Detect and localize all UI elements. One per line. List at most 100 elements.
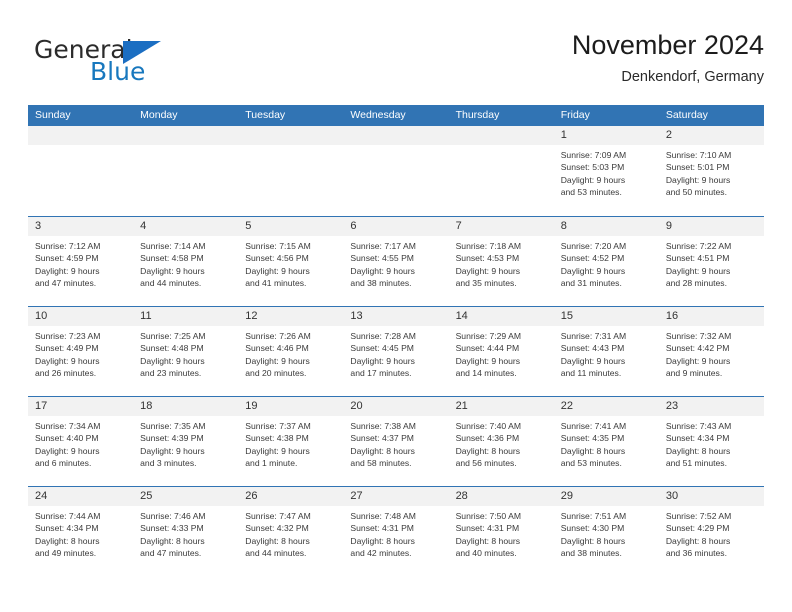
calendar-day-cell[interactable]: 10 Sunrise: 7:23 AM Sunset: 4:49 PM Dayligh… <box>28 307 134 396</box>
daylight-text-line2: and 1 minute. <box>245 458 298 469</box>
day-sun-info: Sunrise: 7:22 AM Sunset: 4:51 PM Daylight:… <box>659 236 764 290</box>
daylight-text-line2: and 58 minutes. <box>350 458 412 469</box>
day-number: 2 <box>658 126 764 145</box>
general-blue-logo[interactable]: General Blue <box>28 36 258 94</box>
page-header: General Blue November 2024 Denkendorf, G… <box>28 28 764 98</box>
sunset-text: Sunset: 4:40 PM <box>35 433 99 444</box>
calendar-day-cell[interactable]: 19 Sunrise: 7:37 AM Sunset: 4:38 PM Dayligh… <box>238 397 344 486</box>
sunset-text: Sunset: 4:33 PM <box>140 523 204 534</box>
calendar-day-cell[interactable]: 27 Sunrise: 7:48 AM Sunset: 4:31 PM Dayligh… <box>343 487 449 576</box>
day-sun-info: Sunrise: 7:40 AM Sunset: 4:36 PM Daylight:… <box>449 416 554 470</box>
sunrise-text: Sunrise: 7:43 AM <box>665 421 732 431</box>
sunset-text: Sunset: 4:55 PM <box>350 253 414 264</box>
sunset-text: Sunset: 4:35 PM <box>560 433 625 444</box>
daylight-text-line2: and 9 minutes. <box>665 368 723 379</box>
sunrise-text: Sunrise: 7:35 AM <box>140 421 206 431</box>
calendar-day-cell-empty <box>238 126 344 216</box>
sunrise-text: Sunrise: 7:17 AM <box>350 241 416 251</box>
daylight-text-line2: and 38 minutes. <box>560 548 622 559</box>
daylight-text-line2: and 26 minutes. <box>35 368 97 379</box>
calendar-day-cell[interactable]: 25 Sunrise: 7:46 AM Sunset: 4:33 PM Dayligh… <box>133 487 239 576</box>
calendar-day-cell[interactable]: 15 Sunrise: 7:31 AM Sunset: 4:43 PM Dayligh… <box>553 307 659 396</box>
calendar-day-cell[interactable]: 18 Sunrise: 7:35 AM Sunset: 4:39 PM Dayligh… <box>133 397 239 486</box>
day-number: 25 <box>133 487 239 506</box>
sunset-text: Sunset: 4:39 PM <box>140 433 204 444</box>
sunrise-text: Sunrise: 7:38 AM <box>350 421 416 431</box>
sunset-text: Sunset: 4:53 PM <box>455 253 520 264</box>
daylight-text-line2: and 36 minutes. <box>665 548 727 559</box>
daylight-text-line1: Daylight: 9 hours <box>560 265 626 276</box>
calendar-day-cell[interactable]: 8 Sunrise: 7:20 AM Sunset: 4:52 PM Daylight… <box>553 217 659 306</box>
calendar-day-cell[interactable]: 9 Sunrise: 7:22 AM Sunset: 4:51 PM Daylight… <box>658 217 764 306</box>
daylight-text-line2: and 51 minutes. <box>665 458 727 469</box>
daylight-text-line2: and 38 minutes. <box>350 278 412 289</box>
calendar-day-cell[interactable]: 20 Sunrise: 7:38 AM Sunset: 4:37 PM Dayligh… <box>343 397 449 486</box>
day-number: 9 <box>658 217 764 236</box>
calendar-day-cell[interactable]: 16 Sunrise: 7:32 AM Sunset: 4:42 PM Dayligh… <box>658 307 764 396</box>
daylight-text-line2: and 44 minutes. <box>245 548 307 559</box>
daylight-text-line2: and 3 minutes. <box>140 458 197 469</box>
weekday-header-monday: Monday <box>140 109 178 121</box>
day-number: 18 <box>133 397 239 416</box>
daylight-text-line2: and 23 minutes. <box>140 368 202 379</box>
daylight-text-line1: Daylight: 8 hours <box>560 445 626 456</box>
calendar-day-cell[interactable]: 28 Sunrise: 7:50 AM Sunset: 4:31 PM Dayligh… <box>448 487 554 576</box>
daylight-text-line1: Daylight: 8 hours <box>665 445 731 456</box>
daylight-text-line1: Daylight: 9 hours <box>665 355 731 366</box>
calendar-day-cell[interactable]: 21 Sunrise: 7:40 AM Sunset: 4:36 PM Dayligh… <box>448 397 554 486</box>
day-sun-info: Sunrise: 7:31 AM Sunset: 4:43 PM Daylight:… <box>554 326 659 380</box>
calendar-day-cell[interactable]: 23 Sunrise: 7:43 AM Sunset: 4:34 PM Dayligh… <box>658 397 764 486</box>
sunset-text: Sunset: 4:38 PM <box>245 433 309 444</box>
calendar-day-cell[interactable]: 3 Sunrise: 7:12 AM Sunset: 4:59 PM Daylight… <box>28 217 134 306</box>
sunset-text: Sunset: 4:32 PM <box>245 523 309 534</box>
day-number: 8 <box>553 217 659 236</box>
sunrise-text: Sunrise: 7:12 AM <box>35 241 101 251</box>
day-sun-info: Sunrise: 7:32 AM Sunset: 4:42 PM Daylight:… <box>659 326 764 380</box>
day-number: 20 <box>343 397 449 416</box>
sunrise-text: Sunrise: 7:18 AM <box>455 241 522 251</box>
day-sun-info: Sunrise: 7:41 AM Sunset: 4:35 PM Daylight:… <box>554 416 659 470</box>
daylight-text-line1: Daylight: 9 hours <box>245 355 310 366</box>
calendar-day-cell[interactable]: 30 Sunrise: 7:52 AM Sunset: 4:29 PM Dayligh… <box>658 487 764 576</box>
sunset-text: Sunset: 4:31 PM <box>350 523 414 534</box>
calendar-day-cell[interactable]: 22 Sunrise: 7:41 AM Sunset: 4:35 PM Dayligh… <box>553 397 659 486</box>
calendar-day-cell[interactable]: 5 Sunrise: 7:15 AM Sunset: 4:56 PM Daylight… <box>238 217 344 306</box>
day-sun-info: Sunrise: 7:37 AM Sunset: 4:38 PM Daylight:… <box>238 416 343 470</box>
calendar-day-cell[interactable]: 17 Sunrise: 7:34 AM Sunset: 4:40 PM Dayligh… <box>28 397 134 486</box>
calendar-day-cell[interactable]: 2 Sunrise: 7:10 AM Sunset: 5:01 PM Daylight… <box>658 126 764 216</box>
calendar-day-cell[interactable]: 4 Sunrise: 7:14 AM Sunset: 4:58 PM Daylight… <box>133 217 239 306</box>
daylight-text-line1: Daylight: 9 hours <box>140 445 205 456</box>
calendar-day-cell[interactable]: 6 Sunrise: 7:17 AM Sunset: 4:55 PM Daylight… <box>343 217 449 306</box>
calendar-day-cell[interactable]: 1 Sunrise: 7:09 AM Sunset: 5:03 PM Daylight… <box>553 126 659 216</box>
day-number <box>28 126 134 145</box>
sunset-text: Sunset: 4:59 PM <box>35 253 99 264</box>
sunset-text: Sunset: 4:49 PM <box>35 343 99 354</box>
day-sun-info: Sunrise: 7:38 AM Sunset: 4:37 PM Daylight:… <box>343 416 448 470</box>
page-title: November 2024 <box>571 30 764 60</box>
daylight-text-line1: Daylight: 9 hours <box>245 265 310 276</box>
calendar-day-cell[interactable]: 12 Sunrise: 7:26 AM Sunset: 4:46 PM Dayligh… <box>238 307 344 396</box>
calendar-day-cell[interactable]: 26 Sunrise: 7:47 AM Sunset: 4:32 PM Dayligh… <box>238 487 344 576</box>
sunset-text: Sunset: 4:42 PM <box>665 343 730 354</box>
daylight-text-line2: and 50 minutes. <box>665 187 727 198</box>
day-sun-info: Sunrise: 7:48 AM Sunset: 4:31 PM Daylight:… <box>343 506 448 560</box>
calendar-day-cell[interactable]: 11 Sunrise: 7:25 AM Sunset: 4:48 PM Dayligh… <box>133 307 239 396</box>
daylight-text-line1: Daylight: 9 hours <box>35 355 100 366</box>
day-number: 22 <box>553 397 659 416</box>
calendar-day-cell[interactable]: 29 Sunrise: 7:51 AM Sunset: 4:30 PM Dayligh… <box>553 487 659 576</box>
daylight-text-line1: Daylight: 9 hours <box>560 355 626 366</box>
day-sun-info: Sunrise: 7:20 AM Sunset: 4:52 PM Daylight:… <box>554 236 659 290</box>
sunrise-text: Sunrise: 7:29 AM <box>455 331 522 341</box>
day-number: 11 <box>133 307 239 326</box>
calendar-day-cell[interactable]: 7 Sunrise: 7:18 AM Sunset: 4:53 PM Daylight… <box>448 217 554 306</box>
weekday-header-tuesday: Tuesday <box>245 109 286 121</box>
sunrise-text: Sunrise: 7:44 AM <box>35 511 101 521</box>
day-number: 24 <box>28 487 134 506</box>
weekday-header-thursday: Thursday <box>455 109 500 121</box>
calendar-day-cell[interactable]: 14 Sunrise: 7:29 AM Sunset: 4:44 PM Dayligh… <box>448 307 554 396</box>
sunset-text: Sunset: 4:48 PM <box>140 343 204 354</box>
sunset-text: Sunset: 4:44 PM <box>455 343 520 354</box>
day-sun-info: Sunrise: 7:18 AM Sunset: 4:53 PM Daylight:… <box>449 236 554 290</box>
calendar-day-cell[interactable]: 13 Sunrise: 7:28 AM Sunset: 4:45 PM Dayligh… <box>343 307 449 396</box>
calendar-day-cell[interactable]: 24 Sunrise: 7:44 AM Sunset: 4:34 PM Dayligh… <box>28 487 134 576</box>
